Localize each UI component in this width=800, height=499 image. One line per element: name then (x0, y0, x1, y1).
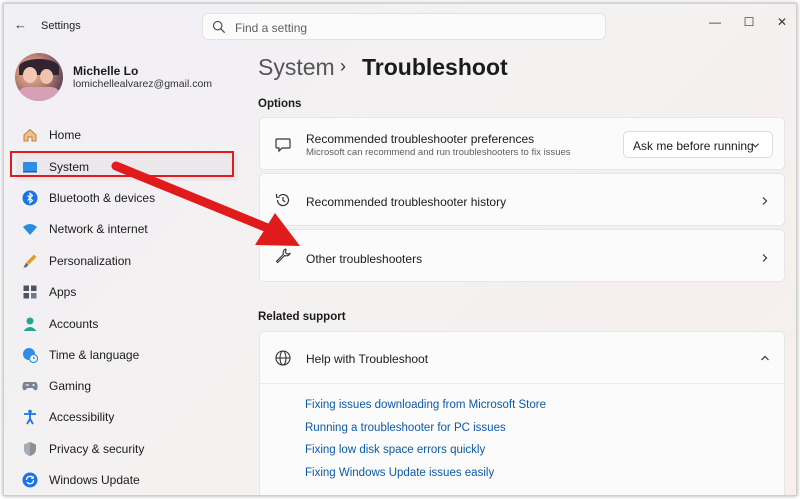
page-title: Troubleshoot (362, 54, 508, 80)
help-link[interactable]: Fixing issues downloading from Microsoft… (305, 399, 546, 411)
shield-icon (24, 442, 36, 456)
sidebar-item-label: Gaming (49, 379, 92, 393)
sidebar-item-label: Accessibility (49, 410, 115, 424)
sidebar-item-apps[interactable]: Apps (16, 278, 238, 306)
annotation-highlight-box (10, 151, 234, 177)
sidebar-item-privacy[interactable]: Privacy & security (16, 435, 238, 463)
chevron-right-icon (762, 197, 768, 205)
help-link[interactable]: Fixing low disk space errors quickly (305, 444, 485, 456)
breadcrumb-parent[interactable]: System (258, 54, 335, 81)
home-icon (23, 128, 37, 142)
close-button[interactable]: ✕ (767, 12, 796, 32)
sidebar-item-accounts[interactable]: Accounts (16, 310, 238, 338)
history-title: Recommended troubleshooter history (306, 195, 507, 209)
settings-window: ← Settings Find a setting — ☐ ✕ Michelle… (3, 3, 797, 496)
sidebar-item-label: Privacy & security (49, 442, 145, 456)
user-email: lomichellealvarez@gmail.com (73, 78, 213, 90)
update-icon (22, 472, 38, 488)
brush-icon (23, 254, 37, 268)
sidebar-item-home[interactable]: Home (16, 121, 238, 149)
chat-bubble-icon (275, 138, 291, 153)
back-arrow-icon[interactable]: ← (14, 17, 30, 33)
chevron-down-icon (751, 143, 760, 148)
wrench-icon (275, 248, 291, 264)
preferences-subtitle: Microsoft can recommend and run troubles… (306, 147, 571, 158)
preferences-title: Recommended troubleshooter preferences (306, 132, 535, 146)
wifi-icon (23, 224, 37, 235)
sidebar-item-bluetooth[interactable]: Bluetooth & devices (16, 184, 238, 212)
person-icon (23, 317, 37, 331)
globe-icon (275, 350, 291, 366)
troubleshooter-preferences-card: Recommended troubleshooter preferences M… (259, 117, 785, 170)
sidebar-item-label: Accounts (49, 317, 99, 331)
sidebar-item-label: Time & language (49, 348, 140, 362)
sidebar-item-label: Network & internet (49, 222, 148, 236)
bluetooth-icon (22, 190, 38, 206)
help-expander-header[interactable]: Help with Troubleshoot (260, 332, 784, 384)
app-title: Settings (41, 20, 81, 32)
minimize-button[interactable]: — (700, 12, 730, 32)
accessibility-icon (24, 409, 36, 425)
help-title: Help with Troubleshoot (306, 352, 429, 366)
chevron-right-icon (762, 254, 768, 262)
preferences-dropdown[interactable]: Ask me before running (623, 131, 773, 158)
sidebar-item-label: Bluetooth & devices (49, 191, 156, 205)
sidebar-item-windows-update[interactable]: Windows Update (16, 466, 238, 494)
sidebar-item-personalization[interactable]: Personalization (16, 247, 238, 275)
sidebar-item-accessibility[interactable]: Accessibility (16, 403, 238, 431)
search-input[interactable]: Find a setting (202, 13, 606, 40)
other-troubleshooters-card[interactable]: Other troubleshooters (259, 229, 785, 282)
breadcrumb-separator: › (340, 56, 346, 76)
help-link[interactable]: Running a troubleshooter for PC issues (305, 422, 506, 434)
globe-clock-icon (23, 348, 38, 363)
search-placeholder: Find a setting (235, 21, 308, 35)
other-title: Other troubleshooters (306, 252, 423, 266)
sidebar-item-time-language[interactable]: Time & language (16, 341, 238, 369)
troubleshooter-history-card[interactable]: Recommended troubleshooter history (259, 173, 785, 226)
maximize-button[interactable]: ☐ (734, 12, 764, 32)
user-name: Michelle Lo (73, 64, 139, 78)
options-heading: Options (258, 98, 302, 110)
history-icon (275, 193, 290, 207)
sidebar-item-label: Windows Update (49, 473, 140, 487)
sidebar-item-label: Apps (49, 285, 77, 299)
gamepad-icon (22, 382, 38, 391)
avatar[interactable] (15, 53, 63, 101)
sidebar-item-label: Personalization (49, 254, 132, 268)
dropdown-value: Ask me before running (633, 139, 754, 153)
sidebar-item-gaming[interactable]: Gaming (16, 372, 238, 400)
apps-icon (23, 285, 37, 299)
search-icon (212, 20, 226, 34)
help-link[interactable]: Fixing Windows Update issues easily (305, 467, 494, 479)
sidebar-item-network[interactable]: Network & internet (16, 215, 238, 243)
chevron-up-icon (761, 355, 769, 361)
sidebar-item-label: Home (49, 128, 82, 142)
related-support-heading: Related support (258, 311, 346, 323)
